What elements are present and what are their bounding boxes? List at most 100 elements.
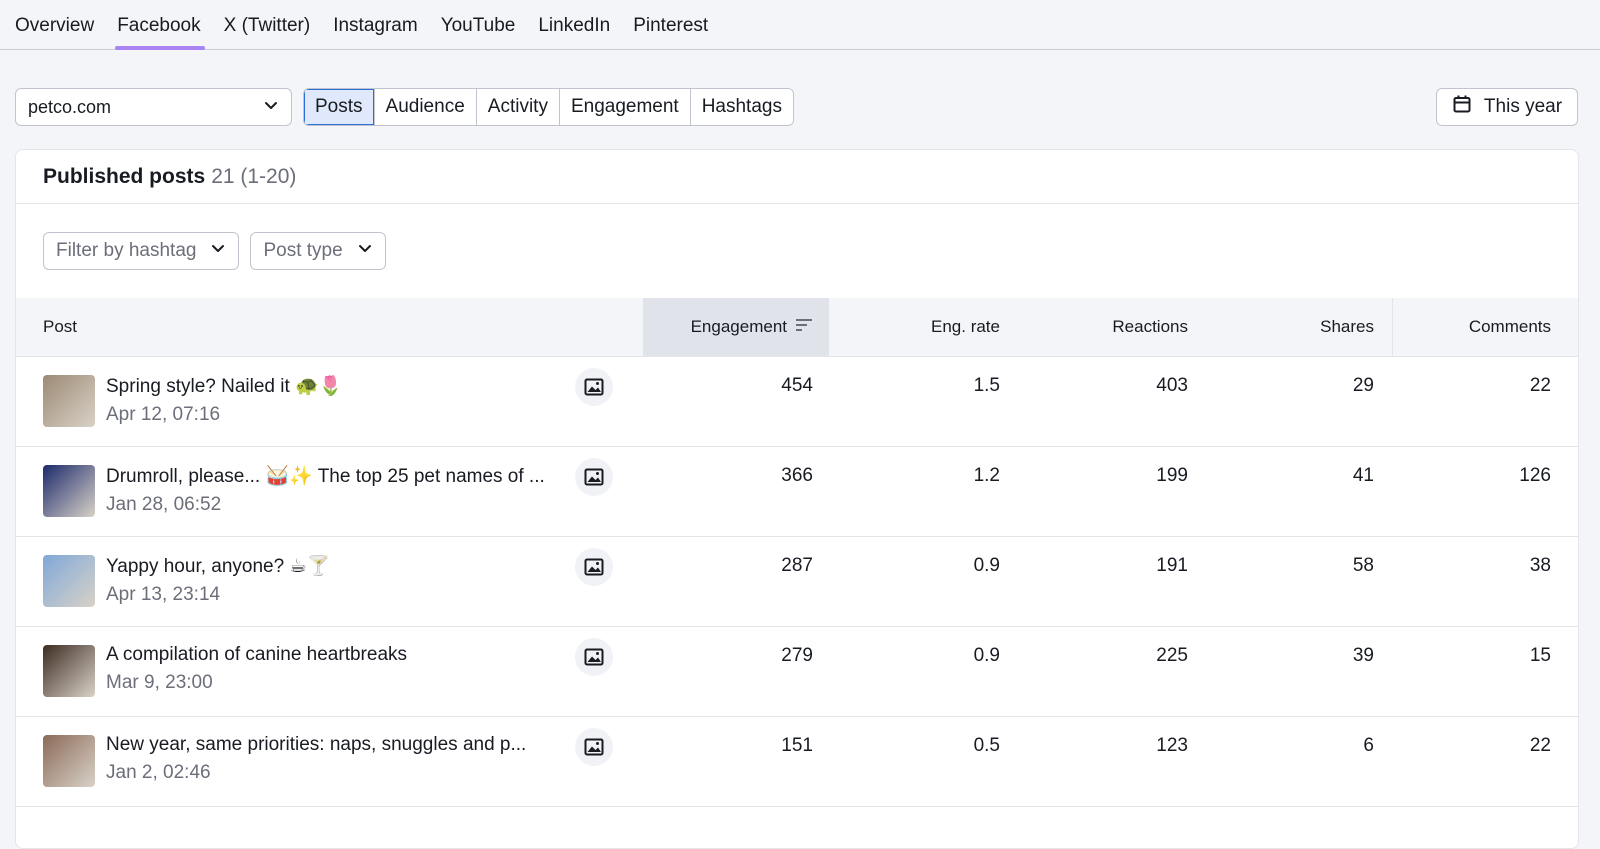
post-cell: Spring style? Nailed it 🐢🌷 Apr 12, 07:16 — [16, 357, 643, 447]
table-row[interactable]: Spring style? Nailed it 🐢🌷 Apr 12, 07:16… — [16, 357, 1578, 447]
calendar-icon — [1452, 94, 1472, 120]
post-thumbnail[interactable] — [43, 645, 95, 697]
tab-youtube[interactable]: YouTube — [441, 15, 516, 49]
tab-overview[interactable]: Overview — [15, 15, 94, 49]
column-header-post: Post — [43, 317, 78, 336]
tab-x-twitter[interactable]: X (Twitter) — [224, 15, 311, 49]
card-title: Published posts — [43, 164, 206, 188]
comments-value: 38 — [1529, 555, 1551, 576]
chevron-down-icon — [263, 97, 279, 118]
tab-linkedin[interactable]: LinkedIn — [538, 15, 610, 49]
image-icon — [575, 548, 613, 586]
table-row[interactable]: Yappy hour, anyone? ☕🍸 Apr 13, 23:14 287… — [16, 537, 1578, 627]
card-count: 21 (1-20) — [211, 164, 297, 188]
shares-value: 6 — [1363, 735, 1374, 756]
post-date: Mar 9, 23:00 — [106, 672, 213, 693]
comments-value: 22 — [1529, 375, 1551, 396]
eng-rate-value: 0.9 — [973, 555, 1000, 576]
section-tab-posts[interactable]: Posts — [304, 89, 375, 125]
table-header: Post Engagement Eng. rate Reactions Shar… — [16, 298, 1578, 357]
column-header-reactions[interactable]: Reactions — [1016, 298, 1204, 356]
tab-facebook[interactable]: Facebook — [115, 15, 206, 50]
table-row[interactable]: Drumroll, please... 🥁✨ The top 25 pet na… — [16, 447, 1578, 537]
post-text: Yappy hour, anyone? ☕🍸 Apr 13, 23:14 — [106, 554, 576, 606]
column-header-engagement-label: Engagement — [690, 317, 787, 336]
section-tabs: Posts Audience Activity Engagement Hasht… — [303, 88, 794, 126]
hashtag-filter[interactable]: Filter by hashtag — [43, 232, 240, 270]
reactions-value: 403 — [1156, 375, 1188, 396]
chevron-down-icon — [210, 240, 226, 262]
date-range-label: This year — [1483, 96, 1563, 117]
engagement-value: 279 — [781, 645, 813, 666]
shares-value: 58 — [1352, 555, 1374, 576]
section-tab-audience[interactable]: Audience — [374, 89, 477, 125]
post-thumbnail[interactable] — [43, 735, 95, 787]
controls-bar: petco.com Posts Audience Activity Engage… — [15, 88, 1578, 126]
engagement-value: 366 — [781, 465, 813, 486]
eng-rate-value: 1.5 — [973, 375, 1000, 396]
comments-value: 15 — [1529, 645, 1551, 666]
reactions-value: 199 — [1156, 465, 1188, 486]
image-icon — [575, 458, 613, 496]
network-tabs: Overview Facebook X (Twitter) Instagram … — [0, 0, 1600, 50]
post-title[interactable]: New year, same priorities: naps, snuggle… — [106, 734, 576, 756]
published-posts-card: Published posts 21 (1-20) Filter by hash… — [15, 149, 1579, 849]
eng-rate-value: 0.9 — [973, 645, 1000, 666]
section-tab-activity[interactable]: Activity — [476, 89, 560, 125]
column-header-comments[interactable]: Comments — [1392, 298, 1578, 356]
section-tab-engagement[interactable]: Engagement — [559, 89, 691, 125]
post-title[interactable]: Drumroll, please... 🥁✨ The top 25 pet na… — [106, 464, 576, 488]
domain-select[interactable]: petco.com — [15, 88, 292, 126]
column-header-shares[interactable]: Shares — [1204, 298, 1392, 356]
table-row[interactable]: A compilation of canine heartbreaks Mar … — [16, 627, 1578, 717]
post-date: Jan 28, 06:52 — [106, 494, 222, 515]
post-text: Spring style? Nailed it 🐢🌷 Apr 12, 07:16 — [106, 374, 576, 426]
post-text: Drumroll, please... 🥁✨ The top 25 pet na… — [106, 464, 576, 516]
sort-icon[interactable] — [795, 317, 813, 338]
card-header: Published posts 21 (1-20) — [16, 150, 1578, 204]
engagement-value: 454 — [781, 375, 813, 396]
eng-rate-value: 1.2 — [973, 465, 1000, 486]
hashtag-filter-placeholder: Filter by hashtag — [56, 240, 197, 261]
post-title[interactable]: Spring style? Nailed it 🐢🌷 — [106, 374, 576, 398]
image-icon — [575, 638, 613, 676]
post-date: Jan 2, 02:46 — [106, 762, 211, 783]
post-cell: Yappy hour, anyone? ☕🍸 Apr 13, 23:14 — [16, 537, 643, 627]
engagement-value: 287 — [781, 555, 813, 576]
post-type-filter[interactable]: Post type — [250, 232, 386, 270]
eng-rate-value: 0.5 — [973, 735, 1000, 756]
post-title[interactable]: A compilation of canine heartbreaks — [106, 644, 576, 666]
post-cell: Drumroll, please... 🥁✨ The top 25 pet na… — [16, 447, 643, 537]
comments-value: 126 — [1519, 465, 1551, 486]
column-header-eng-rate[interactable]: Eng. rate — [829, 298, 1016, 356]
filters-bar: Filter by hashtag Post type — [16, 204, 1578, 298]
domain-select-value: petco.com — [28, 96, 112, 117]
post-thumbnail[interactable] — [43, 375, 95, 427]
post-title[interactable]: Yappy hour, anyone? ☕🍸 — [106, 554, 576, 578]
reactions-value: 123 — [1156, 735, 1188, 756]
shares-value: 39 — [1352, 645, 1374, 666]
image-icon — [575, 368, 613, 406]
comments-value: 22 — [1529, 735, 1551, 756]
table-row[interactable]: New year, same priorities: naps, snuggle… — [16, 717, 1578, 807]
post-text: A compilation of canine heartbreaks Mar … — [106, 644, 576, 694]
tab-pinterest[interactable]: Pinterest — [633, 15, 708, 49]
post-date: Apr 13, 23:14 — [106, 584, 221, 605]
post-cell: New year, same priorities: naps, snuggle… — [16, 717, 643, 807]
post-thumbnail[interactable] — [43, 465, 95, 517]
post-thumbnail[interactable] — [43, 555, 95, 607]
table-body: Spring style? Nailed it 🐢🌷 Apr 12, 07:16… — [16, 357, 1578, 807]
shares-value: 41 — [1352, 465, 1374, 486]
post-date: Apr 12, 07:16 — [106, 404, 221, 425]
image-icon — [575, 728, 613, 766]
chevron-down-icon — [357, 240, 373, 262]
date-range-button[interactable]: This year — [1436, 88, 1578, 126]
engagement-value: 151 — [781, 735, 813, 756]
post-cell: A compilation of canine heartbreaks Mar … — [16, 627, 643, 717]
reactions-value: 191 — [1156, 555, 1188, 576]
post-type-filter-placeholder: Post type — [263, 240, 343, 261]
tab-instagram[interactable]: Instagram — [333, 15, 417, 49]
section-tab-hashtags[interactable]: Hashtags — [690, 89, 793, 125]
column-header-engagement[interactable]: Engagement — [643, 298, 829, 356]
reactions-value: 225 — [1156, 645, 1188, 666]
